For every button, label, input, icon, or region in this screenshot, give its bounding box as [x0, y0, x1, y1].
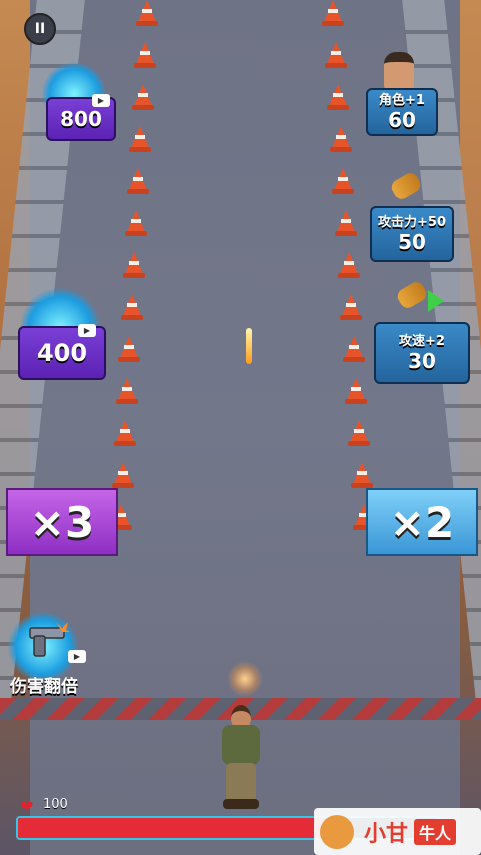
video-ad-icon: ▶ — [92, 94, 110, 107]
powerup-attack[interactable]: 攻击力+50 50 — [370, 206, 454, 262]
powerup-attack-speed[interactable]: 攻速+2 30 — [374, 322, 470, 384]
powerup-add-character[interactable]: 角色+1 60 — [366, 88, 438, 136]
bullet-projectile — [246, 328, 252, 364]
traffic-cone — [340, 294, 363, 320]
traffic-cone — [111, 462, 134, 488]
powerup-label: 角色+1 — [379, 92, 425, 108]
heart-icon: ❤ — [20, 797, 34, 816]
game-scene: II 800 ▶ 400 ▶ 角色+1 60 攻击力+50 50 攻速+2 30… — [0, 0, 481, 855]
video-ad-icon: ▶ — [68, 650, 86, 663]
double-damage-button[interactable]: 伤害翻倍 — [10, 672, 78, 697]
multiplier-gate-right[interactable]: ×2 — [366, 488, 478, 556]
traffic-cone — [324, 42, 347, 68]
traffic-cone — [350, 462, 373, 488]
arrow-up-icon — [428, 290, 444, 312]
traffic-cone — [120, 294, 143, 320]
traffic-cone — [118, 336, 141, 362]
traffic-cone — [127, 168, 150, 194]
traffic-cone — [335, 210, 357, 236]
traffic-cone — [348, 420, 370, 446]
pistol-icon — [29, 622, 70, 657]
traffic-cone — [322, 0, 344, 26]
traffic-cone — [129, 126, 152, 152]
health-value: 100 — [43, 797, 68, 812]
soldier-boots — [223, 799, 259, 809]
multiplier-gate-left[interactable]: ×3 — [6, 488, 118, 556]
powerup-value: 50 — [398, 229, 426, 254]
powerup-value: 400 — [36, 339, 88, 367]
gate-label: ×2 — [389, 497, 455, 547]
watermark-brand: 小甘 — [364, 821, 409, 847]
player-soldier — [214, 703, 268, 811]
health-bar-fill — [18, 818, 333, 838]
pause-button[interactable]: II — [24, 13, 56, 45]
watermark-logo-icon — [320, 814, 354, 849]
double-damage-label: 伤害翻倍 — [10, 677, 78, 697]
traffic-cone — [122, 252, 145, 278]
traffic-cone — [131, 84, 154, 110]
traffic-cone — [329, 126, 352, 152]
traffic-cone — [114, 420, 136, 446]
traffic-cone — [342, 336, 365, 362]
powerup-value: 30 — [408, 348, 436, 373]
traffic-cone — [345, 378, 368, 404]
video-ad-icon: ▶ — [78, 324, 96, 337]
powerup-label: 攻击力+50 — [378, 214, 446, 230]
powerup-value: 800 — [60, 107, 102, 131]
traffic-cone — [133, 42, 156, 68]
traffic-cone — [337, 252, 360, 278]
traffic-cone — [136, 0, 158, 26]
soldier-torso — [222, 725, 260, 765]
powerup-value: 60 — [388, 107, 416, 132]
powerup-label: 攻速+2 — [399, 333, 445, 349]
traffic-cone — [116, 378, 139, 404]
traffic-cone — [125, 210, 147, 236]
traffic-cone — [327, 84, 350, 110]
muzzle-flash — [228, 660, 262, 698]
traffic-cone — [332, 168, 355, 194]
gate-label: ×3 — [29, 497, 95, 547]
watermark-tag: 牛人 — [414, 818, 457, 845]
watermark: 小甘 牛人 — [314, 808, 481, 855]
